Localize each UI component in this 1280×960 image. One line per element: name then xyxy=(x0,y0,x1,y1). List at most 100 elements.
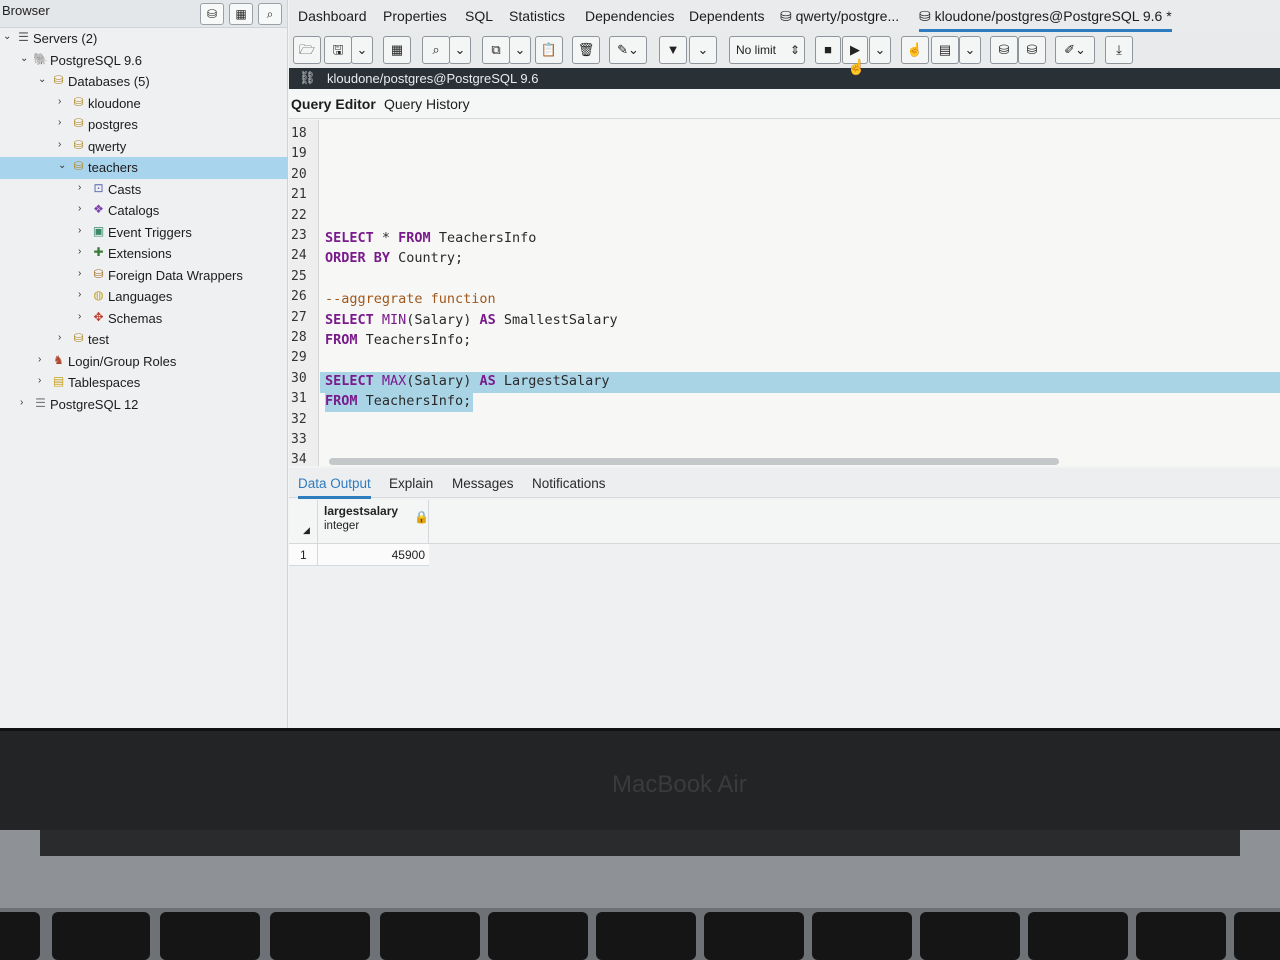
tree-node[interactable]: › ❖ Catalogs xyxy=(0,200,288,222)
commit-button[interactable]: ⛁ xyxy=(990,36,1018,64)
chevron-down-icon[interactable]: ⌄ xyxy=(38,74,48,85)
tab-query-kloudone[interactable]: ⛁ kloudone/postgres@PostgreSQL 9.6 * xyxy=(919,8,1172,32)
tab-dependencies[interactable]: Dependencies xyxy=(585,8,675,24)
chevron-right-icon[interactable]: › xyxy=(78,268,88,279)
chevron-right-icon[interactable]: › xyxy=(78,225,88,236)
edit-filter-button[interactable]: ▦ xyxy=(383,36,411,64)
tree-node[interactable]: ⌄ ⛁ Databases (5) xyxy=(0,71,288,93)
updown-icon: ⇕ xyxy=(789,43,800,57)
line-number: 33 xyxy=(291,432,307,447)
explain-analyze-button[interactable]: ▤ xyxy=(931,36,959,64)
tab-notifications[interactable]: Notifications xyxy=(532,476,606,491)
chevron-right-icon[interactable]: › xyxy=(78,289,88,300)
delete-button[interactable]: 🗑 xyxy=(572,36,600,64)
tree-node[interactable]: › ✚ Extensions xyxy=(0,243,288,265)
tree-node[interactable]: › ⛁ qwerty xyxy=(0,136,288,158)
tree-node-label: PostgreSQL 9.6 xyxy=(50,52,143,68)
explain-button[interactable]: ☝ xyxy=(901,36,929,64)
find-dropdown-button[interactable]: ⌄ xyxy=(449,36,471,64)
horizontal-scrollbar[interactable] xyxy=(329,458,1059,465)
tree-node[interactable]: › ▣ Event Triggers xyxy=(0,222,288,244)
chevron-right-icon[interactable]: › xyxy=(78,203,88,214)
edit-dropdown-button[interactable]: ✎⌄ xyxy=(609,36,647,64)
tree-node[interactable]: › ⛁ kloudone xyxy=(0,93,288,115)
column-header[interactable]: largestsalary integer 🔒 xyxy=(317,500,429,544)
tree-node-label: teachers xyxy=(88,160,138,175)
chevron-right-icon[interactable]: › xyxy=(58,139,68,150)
tab-sql[interactable]: SQL xyxy=(465,8,493,24)
cell-divider xyxy=(317,544,318,566)
chevron-right-icon[interactable]: › xyxy=(38,375,48,386)
save-dropdown-button[interactable]: ⌄ xyxy=(351,36,373,64)
execute-dropdown-button[interactable]: ⌄ xyxy=(869,36,891,64)
chevron-right-icon[interactable]: › xyxy=(78,246,88,257)
line-number: 26 xyxy=(291,289,307,305)
chevron-right-icon[interactable]: › xyxy=(78,311,88,322)
tree-node[interactable]: › ⛁ postgres xyxy=(0,114,288,136)
chevron-down-icon[interactable]: ⌄ xyxy=(20,53,30,64)
stop-button[interactable]: ■ xyxy=(815,36,841,64)
tab-messages[interactable]: Messages xyxy=(452,476,514,491)
open-file-button[interactable]: 🗁 xyxy=(293,36,321,64)
copy-dropdown-button[interactable]: ⌄ xyxy=(509,36,531,64)
connection-icon[interactable]: ⛓ xyxy=(299,70,316,86)
column-name: largestsalary xyxy=(324,504,399,518)
code-line-30: SELECT MAX(Salary) AS LargestSalary xyxy=(325,373,610,389)
chevron-right-icon[interactable]: › xyxy=(58,117,68,128)
tab-explain[interactable]: Explain xyxy=(389,476,433,491)
limit-select[interactable]: No limit ⇕ xyxy=(729,36,805,64)
tab-query-history[interactable]: Query History xyxy=(384,96,470,112)
query-tool-button[interactable]: ⛁ xyxy=(200,3,224,25)
tab-dependents[interactable]: Dependents xyxy=(689,8,765,24)
tree-node-label: Servers (2) xyxy=(33,31,98,46)
rollback-button[interactable]: ⛁ xyxy=(1018,36,1046,64)
tree-node[interactable]: › ⛁ Foreign Data Wrappers xyxy=(0,265,288,287)
tree-node[interactable]: ⌄ ☰ Servers (2) xyxy=(0,28,288,50)
tab-query-editor[interactable]: Query Editor xyxy=(291,96,376,112)
tree-node[interactable]: › ✥ Schemas xyxy=(0,308,288,330)
view-data-button[interactable]: ▦ xyxy=(229,3,253,25)
chevron-down-icon[interactable]: ⌄ xyxy=(3,31,13,42)
table-row[interactable]: 1 45900 xyxy=(289,544,429,566)
tree-node[interactable]: › ☰ PostgreSQL 12 xyxy=(0,394,288,416)
filter-dropdown-button[interactable]: ⌄ xyxy=(689,36,717,64)
tree-node[interactable]: › ♞ Login/Group Roles xyxy=(0,351,288,373)
tree-node[interactable]: › ▤ Tablespaces xyxy=(0,372,288,394)
chevron-down-icon[interactable]: ⌄ xyxy=(58,160,68,171)
table-cell-value[interactable]: 45900 xyxy=(392,548,425,562)
tree-node[interactable]: › ⊡ Casts xyxy=(0,179,288,201)
tree-node[interactable]: › ⛁ test xyxy=(0,329,288,351)
paste-button[interactable]: 📋 xyxy=(535,36,563,64)
find-button[interactable]: ⌕ xyxy=(422,36,450,64)
tab-query-qwerty[interactable]: ⛁ qwerty/postgre... xyxy=(780,8,899,25)
connection-label: kloudone/postgres@PostgreSQL 9.6 xyxy=(327,71,539,86)
explain-dropdown-button[interactable]: ⌄ xyxy=(959,36,981,64)
grid-header: ◢ largestsalary integer 🔒 xyxy=(289,500,1280,544)
object-tree: ⌄ ☰ Servers (2) ⌄ 🐘 PostgreSQL 9.6 ⌄ ⛁ Databases… xyxy=(0,28,288,415)
tab-statistics[interactable]: Statistics xyxy=(509,8,565,24)
filter-button[interactable]: ▼ xyxy=(659,36,687,64)
key xyxy=(0,912,40,960)
copy-button[interactable]: ⧉ xyxy=(482,36,510,64)
clear-dropdown-button[interactable]: ✐⌄ xyxy=(1055,36,1095,64)
download-button[interactable]: ⤓ xyxy=(1105,36,1133,64)
chevron-right-icon[interactable]: › xyxy=(20,397,30,408)
line-number: 34 xyxy=(291,452,307,468)
select-all-icon[interactable]: ◢ xyxy=(303,525,310,536)
tree-node-label: Catalogs xyxy=(108,203,160,218)
chevron-right-icon[interactable]: › xyxy=(58,332,68,343)
tab-dashboard[interactable]: Dashboard xyxy=(298,8,367,24)
tree-node[interactable]: ⌄ 🐘 PostgreSQL 9.6 xyxy=(0,50,288,72)
tab-data-output[interactable]: Data Output xyxy=(298,476,371,499)
save-file-button[interactable]: 🖫 xyxy=(324,36,352,64)
chevron-right-icon[interactable]: › xyxy=(78,182,88,193)
tree-node[interactable]: › ◍ Languages xyxy=(0,286,288,308)
search-objects-button[interactable]: ⌕ xyxy=(258,3,282,25)
sql-editor[interactable]: 18 19 20 21 22 23 24 25 26 27 28 29 30 31 32 33 34 SELEC… xyxy=(289,120,1280,468)
tab-properties[interactable]: Properties xyxy=(383,8,447,24)
code-line-26: --aggregrate function xyxy=(325,291,496,307)
chevron-right-icon[interactable]: › xyxy=(58,96,68,107)
pointer-cursor-icon: ☝ xyxy=(847,59,866,76)
chevron-right-icon[interactable]: › xyxy=(38,354,48,365)
tree-node[interactable]: ⌄ ⛁ teachers xyxy=(0,157,288,179)
